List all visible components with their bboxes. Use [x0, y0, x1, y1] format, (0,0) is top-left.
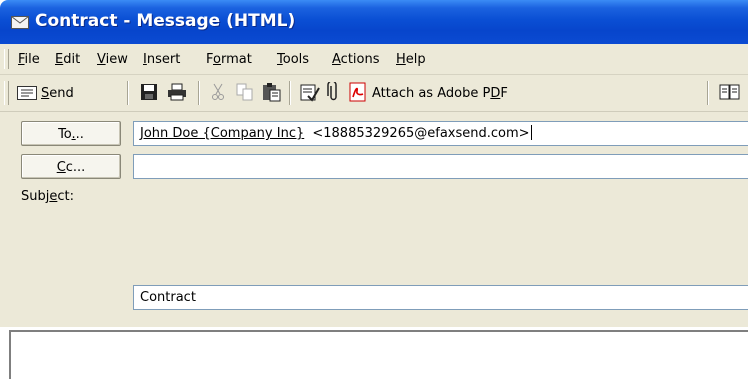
menu-file-post: ile — [24, 52, 40, 67]
text-cursor — [530, 125, 532, 140]
attach-file-button[interactable] — [327, 79, 339, 105]
subject-field[interactable]: Contract — [133, 285, 748, 310]
menu-tools[interactable]: Tools — [277, 52, 309, 67]
toolbar-separator — [127, 81, 129, 105]
menu-format-post: rmat — [220, 52, 252, 67]
menu-help-accel: H — [396, 52, 406, 67]
send-post: end — [49, 85, 74, 101]
menu-actions-accel: A — [332, 52, 341, 67]
save-icon — [140, 83, 158, 104]
menu-view-post: iew — [105, 52, 128, 67]
to-pre: To — [58, 127, 72, 142]
window-title: Contract - Message (HTML) — [35, 11, 296, 31]
attach-as-pdf-button[interactable]: Attach as Adobe PDF — [349, 82, 508, 104]
attach-pdf-post: F — [500, 85, 508, 101]
send-button[interactable]: Send — [17, 82, 74, 104]
title-bar[interactable]: Contract - Message (HTML) — [0, 0, 748, 44]
menu-format-accel: o — [213, 52, 221, 67]
print-button[interactable] — [167, 82, 187, 104]
menu-format[interactable]: Format — [206, 52, 252, 67]
attach-file-icon — [327, 79, 339, 105]
menu-edit-post: dit — [63, 52, 81, 67]
attach-pdf-pre: Attach as Adobe P — [372, 85, 491, 101]
send-label: Send — [41, 86, 74, 101]
menu-insert-post: nsert — [146, 52, 181, 67]
save-button[interactable] — [140, 82, 158, 104]
to-post: .. — [75, 127, 84, 142]
menu-help[interactable]: Help — [396, 52, 426, 67]
copy-icon — [236, 83, 254, 104]
cut-button[interactable] — [210, 82, 226, 104]
cc-field[interactable] — [133, 154, 748, 179]
menu-view-accel: V — [97, 52, 106, 67]
copy-button[interactable] — [236, 82, 254, 104]
menu-view[interactable]: View — [97, 52, 128, 67]
cc-accel: C — [56, 160, 66, 175]
menu-file[interactable]: File — [18, 52, 40, 67]
standard-toolbar: Send Attach as Adobe PDF — [0, 75, 748, 112]
menu-actions[interactable]: Actions — [332, 52, 380, 67]
menu-grip[interactable] — [4, 49, 9, 69]
cc-button[interactable]: Cc... — [21, 154, 121, 179]
toolbar-separator — [707, 81, 709, 105]
address-book-icon — [719, 83, 741, 104]
subject-pre: Subj — [21, 189, 50, 204]
subject-post: ct: — [57, 189, 74, 204]
menu-bar: File Edit View Insert Format Tools Actio… — [0, 44, 748, 75]
adobe-pdf-icon — [349, 82, 367, 105]
menu-insert[interactable]: Insert — [143, 52, 180, 67]
message-header: To... John Doe {Company Inc} <1888532926… — [0, 112, 748, 327]
address-book-button[interactable] — [719, 82, 741, 104]
attach-pdf-accel: D — [490, 85, 501, 101]
menu-edit[interactable]: Edit — [55, 52, 80, 67]
check-names-icon — [300, 82, 320, 105]
menu-format-pre: F — [206, 52, 214, 67]
toolbar-grip[interactable] — [4, 81, 9, 105]
message-window: Contract - Message (HTML) File Edit View… — [0, 0, 748, 379]
menu-edit-accel: E — [55, 52, 64, 67]
toolbar-separator — [198, 81, 200, 105]
attach-as-pdf-label: Attach as Adobe PDF — [372, 86, 508, 101]
message-body[interactable] — [9, 330, 748, 379]
paste-button[interactable] — [261, 82, 281, 104]
toolbar-separator — [289, 81, 291, 105]
to-button[interactable]: To... — [21, 121, 121, 146]
menu-actions-post: ctions — [340, 52, 380, 67]
print-icon — [167, 83, 187, 104]
check-names-button[interactable] — [300, 82, 320, 104]
menu-help-post: elp — [405, 52, 426, 67]
send-icon — [17, 86, 37, 100]
envelope-icon — [11, 16, 29, 29]
to-field[interactable]: John Doe {Company Inc} <18885329265@efax… — [133, 121, 748, 146]
paste-icon — [261, 82, 281, 105]
cut-icon — [210, 83, 226, 104]
to-recipient-name[interactable]: John Doe {Company Inc} — [140, 126, 304, 141]
to-recipient-address: <18885329265@efaxsend.com> — [312, 126, 530, 141]
menu-tools-post: ools — [282, 52, 310, 67]
cc-post: c... — [65, 160, 86, 175]
subject-label: Subject: — [21, 189, 74, 204]
